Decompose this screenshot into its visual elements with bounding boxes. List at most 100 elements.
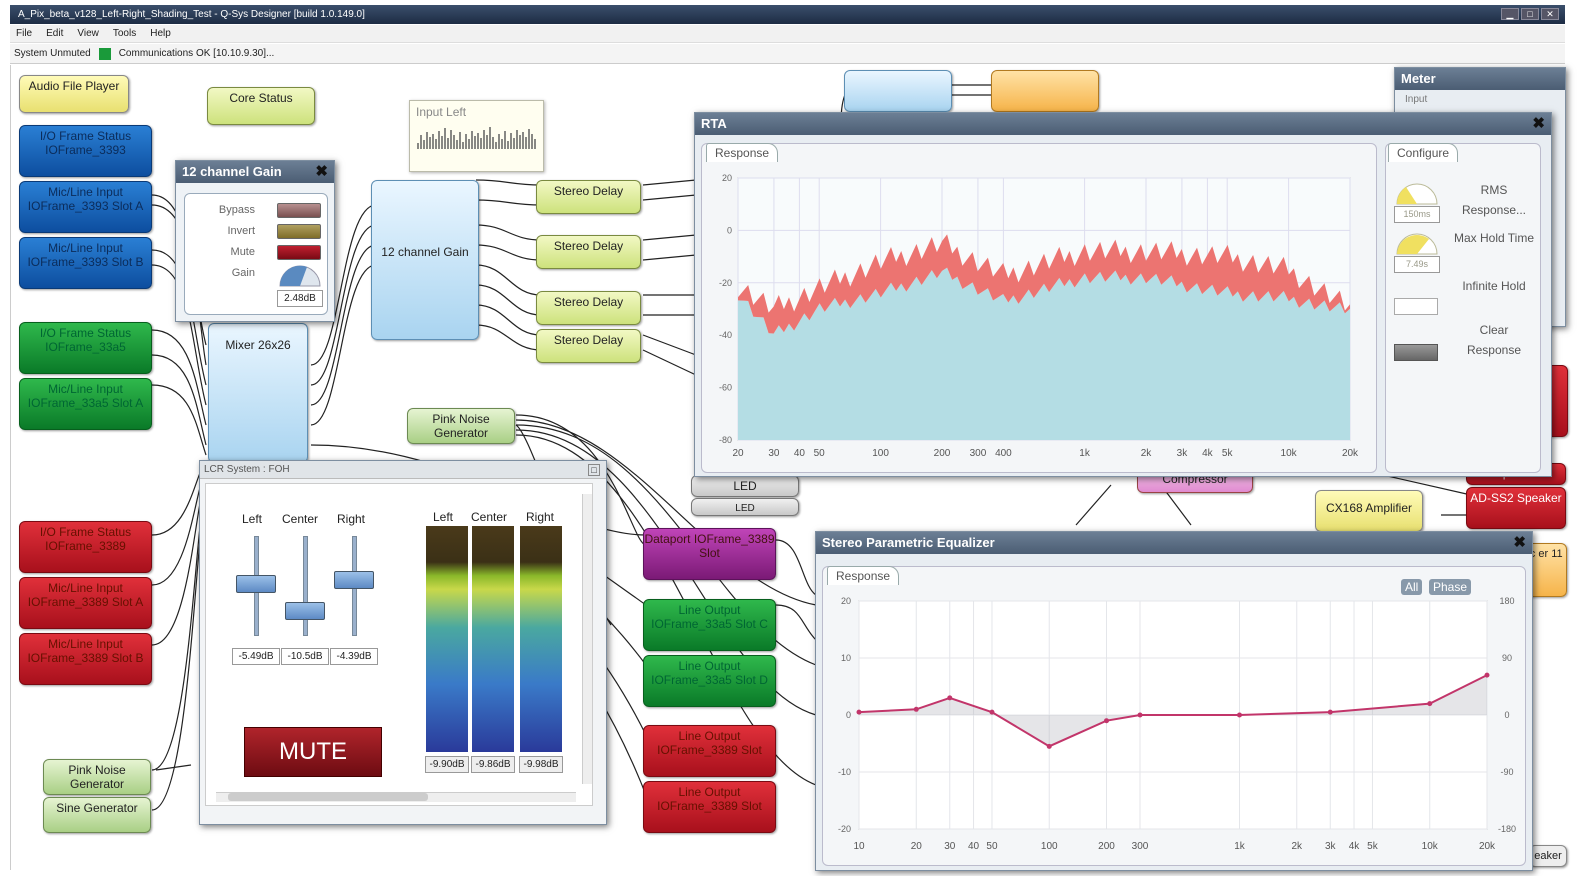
io-frame-status-green-block[interactable]: I/O Frame Status IOFrame_33a5 [19,322,152,374]
fader-value-right[interactable]: -4.39dB [330,648,378,665]
peq-x-tick: 40 [968,841,980,852]
peq-x-tick: 200 [1098,841,1115,852]
peq-y-tick-right: 0 [1504,710,1509,720]
close-icon[interactable]: ✕ [1541,8,1559,20]
menu-view[interactable]: View [77,25,99,42]
clear-response-label: Clear Response [1466,323,1522,357]
pink-noise-generator-block-1[interactable]: Pink Noise Generator [407,408,515,444]
gain-knob[interactable] [277,262,323,288]
peq-point[interactable] [1046,743,1052,749]
top-block-2[interactable] [991,70,1099,112]
menu-file[interactable]: File [16,25,32,42]
led-block[interactable]: LED [691,475,799,497]
mic-input-red-a-block[interactable]: Mic/Line Input IOFrame_3389 Slot A [19,577,152,629]
peq-y-tick-right: 90 [1502,653,1512,663]
stereo-delay-block-1[interactable]: Stereo Delay [536,180,641,214]
lcr-horizontal-scrollbar[interactable] [216,792,576,802]
stereo-delay-block-4[interactable]: Stereo Delay [536,329,641,363]
gain-panel-close-icon[interactable]: ✖ [315,162,328,180]
peq-point[interactable] [856,709,862,715]
bypass-button[interactable] [277,203,321,218]
io-frame-status-blue-block[interactable]: I/O Frame Status IOFrame_3393 [19,125,152,177]
mute-button[interactable]: MUTE [244,727,382,777]
mixer-block[interactable]: Mixer 26x26 [208,323,308,463]
max-hold-label: Max Hold Time [1453,231,1535,245]
mic-input-blue-a-block[interactable]: Mic/Line Input IOFrame_3393 Slot A [19,181,152,233]
infinite-hold-button[interactable] [1394,298,1438,315]
rta-configure-tab[interactable]: Configure [1388,143,1459,162]
invert-button[interactable] [277,224,321,239]
peq-point[interactable] [947,695,953,701]
lcr-scroll-thumb[interactable] [228,793,428,801]
line-output-green-c-block[interactable]: Line Output IOFrame_33a5 Slot C [643,599,776,651]
ad-ss2-speaker-block[interactable]: AD-SS2 Speaker [1466,487,1566,529]
menu-edit[interactable]: Edit [46,25,63,42]
rms-knob[interactable] [1394,178,1440,206]
peq-x-tick: 30 [944,841,956,852]
lcr-vertical-scrollbar[interactable] [582,494,592,784]
comms-status: Communications OK [10.10.9.30]... [118,47,275,59]
clear-response-button[interactable] [1394,344,1438,361]
peq-point[interactable] [1104,718,1110,724]
minimize-icon[interactable]: ▁ [1501,8,1519,20]
peq-point[interactable] [1327,709,1333,715]
peq-point[interactable] [913,706,919,712]
peq-chart: 10 20 30 40 50 100 200 300 1k 2k 3k 4k 5k 10k 20k20100… [838,596,1516,852]
stereo-delay-block-3[interactable]: Stereo Delay [536,291,641,325]
peq-x-tick: 300 [1132,841,1149,852]
peq-point[interactable] [989,709,995,715]
fader-handle-center[interactable] [285,602,325,620]
led-block-2[interactable]: LED [691,498,799,516]
edge-speaker-block[interactable]: eaker [1529,845,1567,867]
rta-y-tick: -20 [719,278,732,288]
meter-label-left: Left [433,510,454,524]
mic-input-green-a-block[interactable]: Mic/Line Input IOFrame_33a5 Slot A [19,378,152,430]
schematic-canvas[interactable]: Audio File Player Core Status I/O Frame … [10,65,1568,871]
pink-noise-generator-block-2[interactable]: Pink Noise Generator [43,759,151,795]
core-status-block[interactable]: Core Status [207,87,315,125]
meter-label-right: Right [526,510,555,524]
line-output-green-d-block[interactable]: Line Output IOFrame_33a5 Slot D [643,655,776,707]
rms-value[interactable]: 150ms [1394,206,1440,223]
gain-value[interactable]: 2.48dB [277,290,323,307]
stereo-delay-block-2[interactable]: Stereo Delay [536,235,641,269]
mic-input-blue-b-block[interactable]: Mic/Line Input IOFrame_3393 Slot B [19,237,152,289]
top-block-1[interactable] [844,70,952,112]
fader-value-center[interactable]: -10.5dB [281,648,329,665]
menu-help[interactable]: Help [150,25,171,42]
maximize-icon[interactable]: □ [1521,8,1539,20]
peq-close-icon[interactable]: ✖ [1513,533,1526,551]
lcr-restore-icon[interactable]: □ [588,464,600,476]
line-output-red-b-block[interactable]: Line Output IOFrame_3389 Slot [643,781,776,833]
peq-y-tick-right: -180 [1498,824,1516,834]
fader-handle-right[interactable] [334,570,374,589]
fader-handle-left[interactable] [236,575,276,593]
rta-close-icon[interactable]: ✖ [1532,114,1545,132]
io-frame-status-red-block[interactable]: I/O Frame Status IOFrame_3389 [19,521,152,573]
fader-track-center[interactable] [303,536,308,636]
line-output-red-a-block[interactable]: Line Output IOFrame_3389 Slot [643,725,776,777]
mic-input-red-b-block[interactable]: Mic/Line Input IOFrame_3389 Slot B [19,633,152,685]
fader-value-left[interactable]: -5.49dB [232,648,280,665]
max-hold-value[interactable]: 7.49s [1394,256,1440,273]
cx168-amplifier-block[interactable]: CX168 Amplifier [1315,490,1423,532]
peq-title: Stereo Parametric Equalizer [816,532,1532,554]
peq-point[interactable] [1236,712,1242,718]
infinite-hold-label: Infinite Hold [1462,279,1526,293]
max-hold-knob[interactable] [1394,228,1440,256]
mute-button[interactable] [277,245,321,260]
status-bar: System Unmuted Communications OK [10.10.… [10,44,1565,64]
lcr-system-panel: LCR System : FOH □ Left Center Right -5.… [199,460,607,825]
menu-tools[interactable]: Tools [113,25,136,42]
peq-x-tick: 20 [911,841,923,852]
peq-point[interactable] [1137,712,1143,718]
rta-x-tick: 3k [1177,448,1189,459]
peq-x-tick: 20k [1479,841,1496,852]
audio-file-player-block[interactable]: Audio File Player [19,75,129,113]
peq-point[interactable] [1484,672,1490,678]
sine-generator-block[interactable]: Sine Generator [43,797,151,833]
dataport-block[interactable]: Dataport IOFrame_3389 Slot [643,528,776,580]
12-channel-gain-block[interactable]: 12 channel Gain [371,180,479,340]
peq-point[interactable] [1427,701,1433,707]
gain-panel-controls: Bypass Invert Mute Gain 2.48dB [184,193,328,315]
